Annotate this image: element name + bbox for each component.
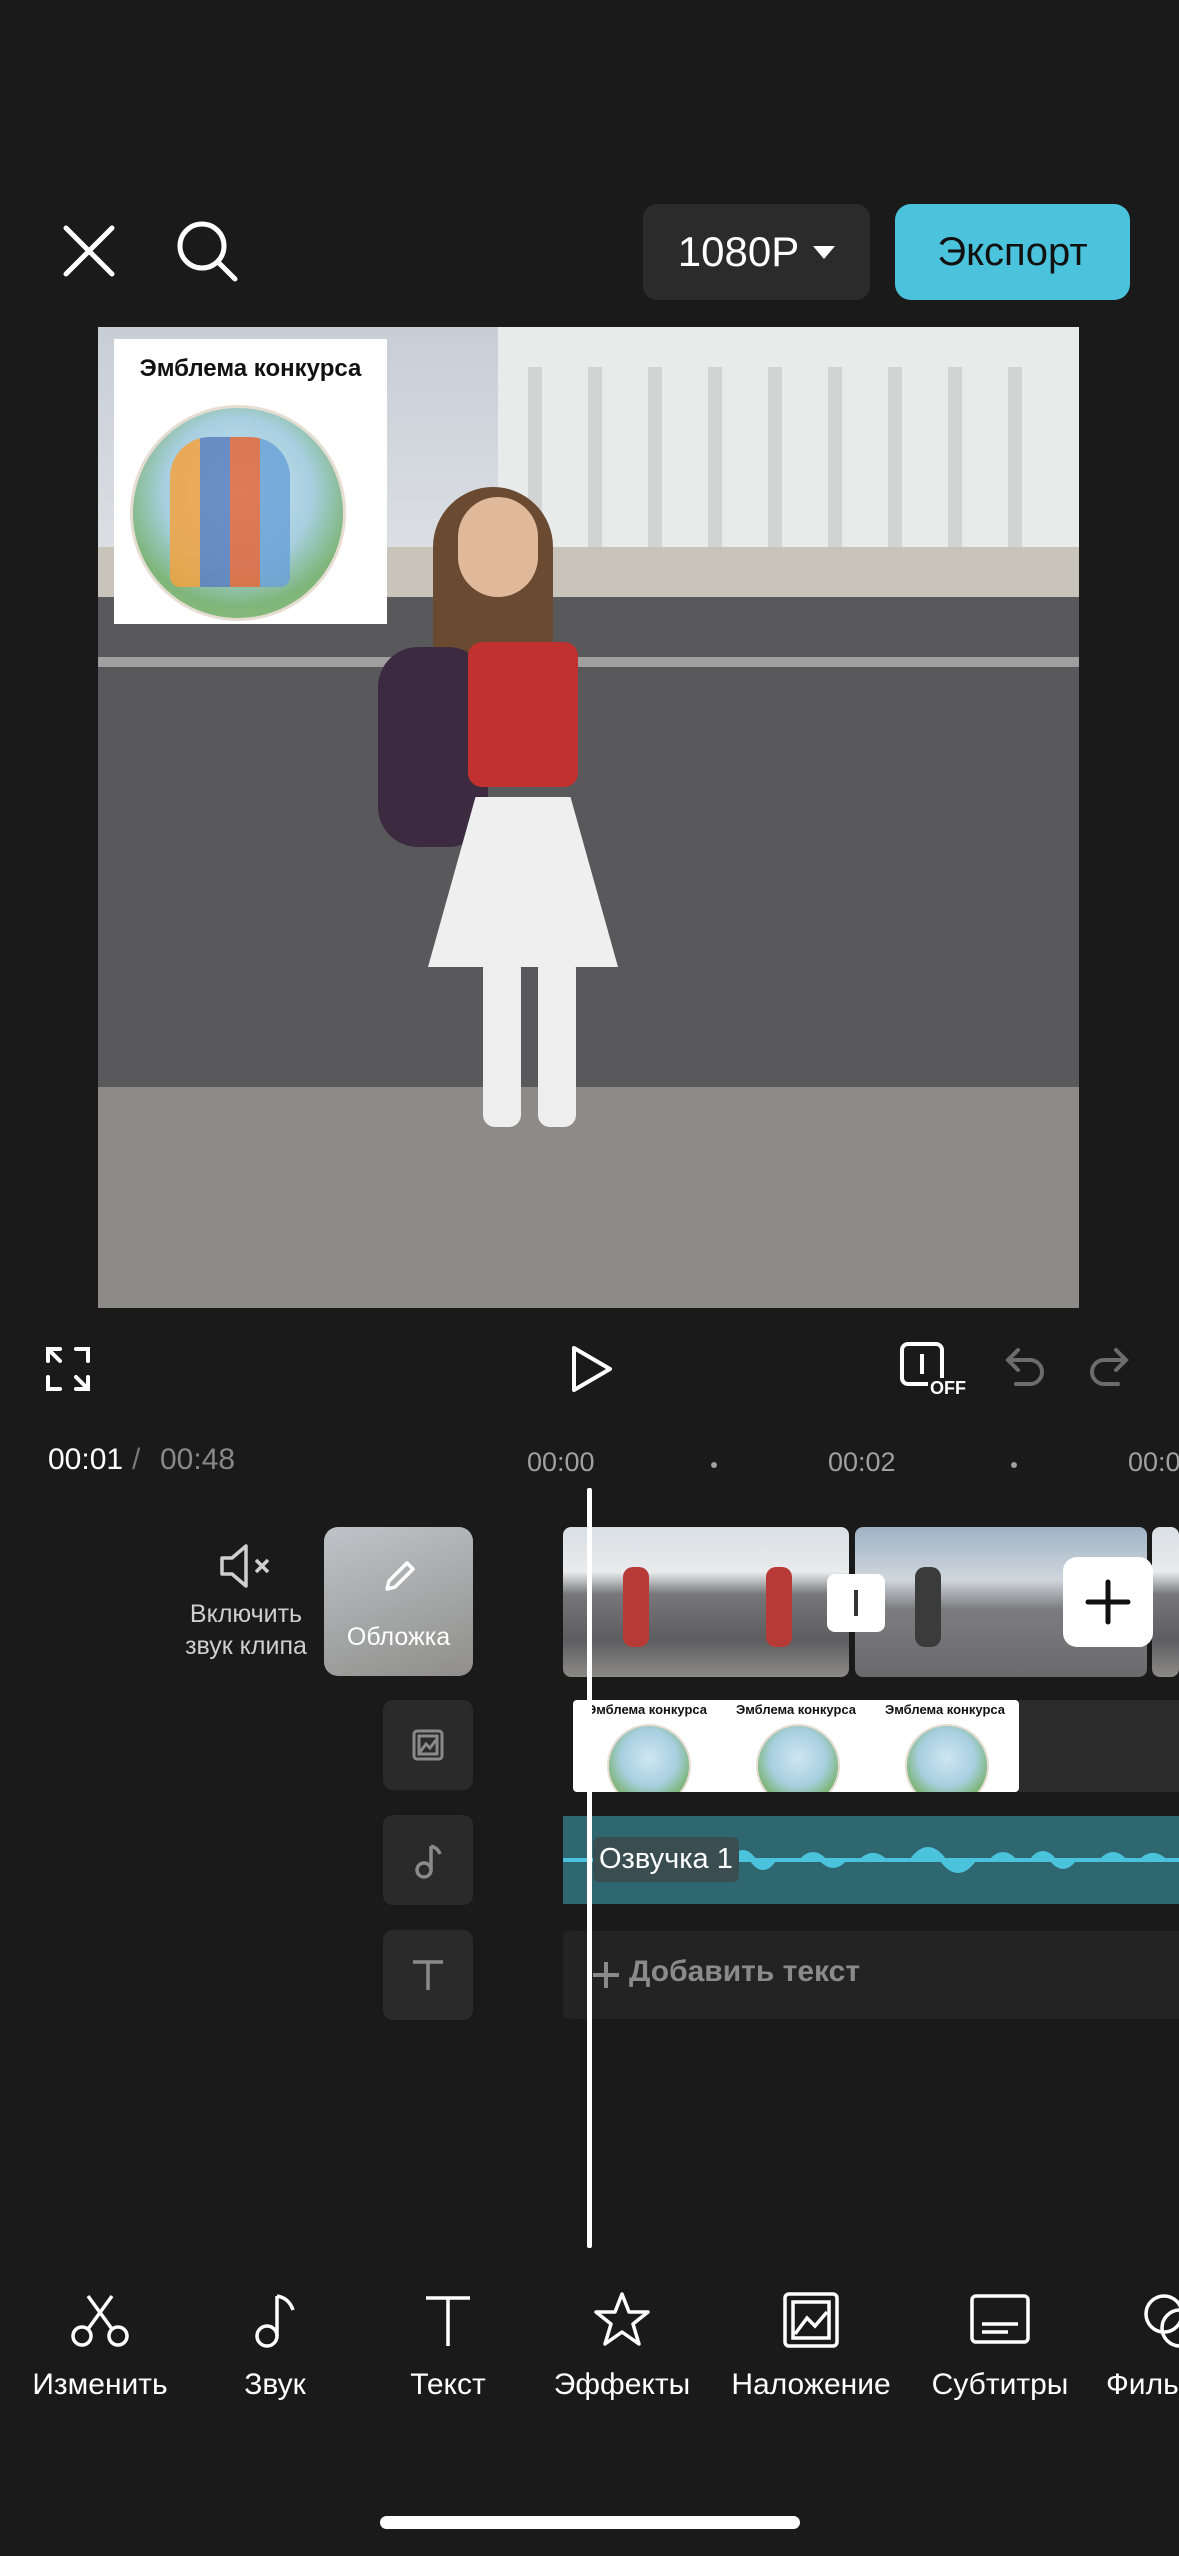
add-text-button[interactable]: Добавить текст [563, 1931, 1179, 2019]
toolbar-label: Наложение [731, 2368, 891, 2401]
time-separator: / [132, 1443, 141, 1476]
ruler-tick: 00:00 [527, 1447, 595, 1477]
fullscreen-icon[interactable] [44, 1345, 92, 1398]
overlay-thumbnail-title: Эмблема конкурса [735, 1702, 857, 1717]
preview-building [498, 327, 1079, 557]
toolbar-effects[interactable]: Эффекты [537, 2290, 707, 2402]
toolbar-label: Субтитры [931, 2368, 1069, 2401]
speaker-mute-icon [220, 1544, 270, 1588]
overlay-track-button[interactable] [383, 1700, 473, 1790]
transition-icon [854, 1590, 858, 1616]
resolution-dropdown[interactable]: 1080P [643, 204, 870, 300]
chevron-down-icon [813, 245, 836, 259]
play-icon[interactable] [568, 1344, 614, 1399]
ruler-tick: 00:0 [1128, 1447, 1179, 1477]
toolbar-label: Текст [410, 2368, 486, 2401]
add-text-label: Добавить текст [629, 1955, 861, 1988]
overlay-track-empty [1019, 1700, 1179, 1792]
home-indicator[interactable] [380, 2516, 800, 2529]
toolbar-label: Эффекты [553, 2368, 691, 2401]
preview-girl-leg [538, 957, 576, 1127]
music-note-icon [255, 2294, 295, 2348]
transition-button[interactable] [827, 1574, 885, 1632]
keyframe-toggle[interactable]: OFF [898, 1340, 968, 1402]
toolbar-label: Изменить [32, 2368, 168, 2401]
text-icon [413, 1960, 443, 1990]
overlay-thumbnail-image [607, 1724, 691, 1792]
add-clip-button[interactable] [1063, 1557, 1153, 1647]
music-note-icon [415, 1844, 442, 1879]
playhead[interactable] [587, 1488, 592, 2248]
video-preview[interactable]: Эмблема конкурса [98, 327, 1079, 1308]
subtitles-icon [970, 2294, 1030, 2344]
close-icon[interactable] [54, 216, 124, 286]
toolbar-overlay[interactable]: Наложение [726, 2290, 896, 2402]
text-icon [426, 2296, 470, 2346]
toolbar-label: Звук [244, 2368, 306, 2401]
overlay-clip[interactable]: Эмблема конкурса Эмблема конкурса Эмблем… [573, 1700, 1019, 1792]
current-time: 00:01 [48, 1443, 124, 1476]
preview-pavement [98, 1087, 1079, 1308]
ruler-tick: 00:02 [828, 1447, 896, 1477]
star-effects-icon [594, 2292, 650, 2346]
voiceover-clip[interactable]: Озвучка 1 [563, 1816, 1179, 1904]
overlay-thumbnail: Эмблема конкурса [722, 1700, 870, 1792]
preview-girl-leg [483, 957, 521, 1127]
redo-icon[interactable] [1088, 1346, 1134, 1397]
clip-thumbnail [563, 1527, 706, 1677]
overlay-thumbnail: Эмблема конкурса [871, 1700, 1019, 1792]
plus-icon [593, 1962, 619, 1988]
toolbar-filters[interactable]: Филь [1094, 2290, 1179, 2402]
toolbar-text[interactable]: Текст [363, 2290, 533, 2402]
overlay-thumbnail-title: Эмблема конкурса [884, 1702, 1006, 1717]
filters-icon [1144, 2294, 1179, 2348]
search-icon[interactable] [172, 216, 242, 286]
toolbar-subtitles[interactable]: Субтитры [915, 2290, 1085, 2402]
video-clip-3[interactable] [1152, 1527, 1179, 1677]
ruler-dot [1011, 1462, 1017, 1468]
overlay-thumbnail-image [905, 1724, 989, 1792]
preview-girl-face [458, 497, 538, 597]
plus-icon [1085, 1579, 1131, 1625]
overlay-icon [412, 1729, 444, 1761]
toolbar-audio[interactable]: Звук [190, 2290, 360, 2402]
emblem-overlay[interactable]: Эмблема конкурса [114, 339, 387, 624]
emblem-title: Эмблема конкурса [139, 355, 362, 382]
video-clip-1[interactable] [563, 1527, 849, 1677]
overlay-thumbnail-image [756, 1724, 840, 1792]
mute-clip-label: Включить звук клипа [185, 1600, 307, 1660]
text-track-button[interactable] [383, 1930, 473, 2020]
overlay-thumbnail: Эмблема конкурса [573, 1700, 721, 1792]
cover-label: Обложка [346, 1623, 451, 1651]
export-button[interactable]: Экспорт [895, 204, 1130, 300]
total-time: 00:48 [160, 1443, 236, 1476]
voiceover-label: Озвучка 1 [593, 1837, 739, 1882]
emblem-family-figure [170, 437, 290, 587]
undo-icon[interactable] [1000, 1346, 1046, 1397]
toolbar-label: Филь [1106, 2368, 1179, 2401]
scissors-icon [71, 2294, 129, 2347]
cover-button[interactable]: Обложка [324, 1527, 473, 1676]
mute-clip-toggle[interactable]: Включить звук клипа [176, 1540, 316, 1662]
audio-track-button[interactable] [383, 1815, 473, 1905]
ruler-dot [711, 1462, 717, 1468]
preview-girl-top [468, 642, 578, 787]
clip-thumbnail [1152, 1527, 1179, 1677]
keyframe-badge: OFF [928, 1378, 968, 1399]
preview-road-line [98, 657, 1079, 667]
overlay-icon [783, 2292, 839, 2348]
pencil-icon [385, 1561, 415, 1591]
resolution-value: 1080P [677, 228, 800, 275]
overlay-thumbnail-title: Эмблема конкурса [586, 1702, 708, 1717]
toolbar-edit[interactable]: Изменить [15, 2290, 185, 2402]
